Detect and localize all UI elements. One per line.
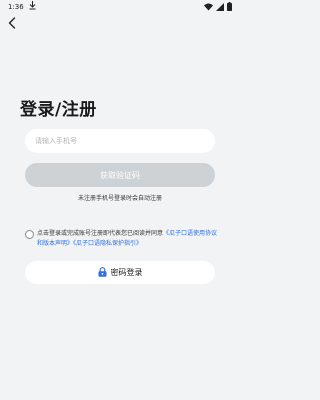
get-code-button[interactable]: 获取验证码 <box>25 163 215 187</box>
agreement-prefix: 点击登录或完成账号注册即代表您已阅读并同意 <box>37 230 164 237</box>
battery-icon <box>227 2 232 13</box>
phone-input[interactable] <box>25 129 215 153</box>
agreement: 点击登录或完成账号注册即代表您已阅读并同意《瓜子口语使用协议和版本声明》《瓜子口… <box>25 229 221 249</box>
page-title: 登录/注册 <box>20 100 97 120</box>
download-icon <box>29 1 36 12</box>
status-icons <box>204 2 232 13</box>
status-time: 1:36 <box>8 3 24 11</box>
agreement-text: 点击登录或完成账号注册即代表您已阅读并同意《瓜子口语使用协议和版本声明》《瓜子口… <box>25 229 221 249</box>
privacy-link[interactable]: 《瓜子口语隐私保护指引》 <box>73 240 142 247</box>
password-login-label: 密码登录 <box>110 268 143 277</box>
agree-checkbox[interactable] <box>25 230 34 239</box>
status-bar: 1:36 <box>0 0 240 14</box>
chevron-left-icon <box>8 14 16 33</box>
auto-register-hint: 未注册手机号登录时会自动注册 <box>77 195 162 202</box>
password-login-button[interactable]: 密码登录 <box>25 261 215 284</box>
lock-icon <box>98 266 107 279</box>
back-button[interactable] <box>5 16 19 30</box>
signal-icon <box>216 2 224 13</box>
wifi-icon <box>204 3 213 13</box>
